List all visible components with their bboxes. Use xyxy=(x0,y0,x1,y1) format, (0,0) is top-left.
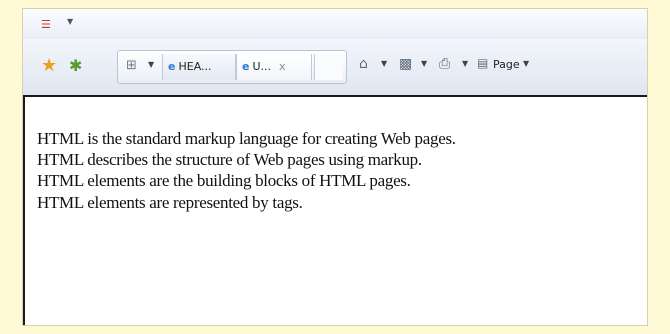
page-content: HTML is the standard markup language for… xyxy=(23,97,647,325)
ie-icon: e xyxy=(242,60,250,73)
home-chevron-down-icon[interactable]: ▼ xyxy=(381,59,387,68)
browser-window: ☰ ▼ ★ ✱ ⊞ ▼ e HEA... e U... x ⌂ ▼ ▩ ▼ ⎙ ▼ ▤… xyxy=(22,8,648,326)
page-icon: ▤ xyxy=(477,56,489,70)
content-line: HTML is the standard markup language for… xyxy=(37,129,456,148)
home-icon[interactable]: ⌂ xyxy=(359,56,368,72)
page-menu-button[interactable]: Page xyxy=(493,58,520,71)
feeds-icon[interactable]: ▩ xyxy=(399,56,412,72)
ie-icon: e xyxy=(168,60,176,73)
print-chevron-down-icon[interactable]: ▼ xyxy=(462,59,468,68)
chevron-down-icon[interactable]: ▼ xyxy=(67,17,73,26)
rss-feed-icon[interactable]: ☰ xyxy=(41,18,51,31)
feeds-chevron-down-icon[interactable]: ▼ xyxy=(421,59,427,68)
new-tab-button[interactable] xyxy=(314,54,343,80)
page-chevron-down-icon[interactable]: ▼ xyxy=(523,59,529,68)
favorites-star-icon[interactable]: ★ xyxy=(41,55,57,76)
menu-strip: ☰ ▼ xyxy=(23,9,647,39)
content-line: HTML describes the structure of Web page… xyxy=(37,150,422,169)
tab-bar: ⊞ ▼ e HEA... e U... x xyxy=(117,50,347,84)
tab-label: U... xyxy=(252,60,272,73)
add-favorites-icon[interactable]: ✱ xyxy=(69,56,82,75)
command-toolbar: ★ ✱ ⊞ ▼ e HEA... e U... x ⌂ ▼ ▩ ▼ ⎙ ▼ ▤ Pag… xyxy=(23,39,647,97)
print-icon[interactable]: ⎙ xyxy=(439,56,450,72)
tab-html-intro[interactable]: e HEA... xyxy=(162,54,236,80)
close-tab-icon[interactable]: x xyxy=(279,60,286,73)
tab-list-chevron-down-icon[interactable]: ▼ xyxy=(148,60,154,69)
tab-current[interactable]: e U... x xyxy=(236,54,312,80)
content-line: HTML elements are represented by tags. xyxy=(37,193,303,212)
tab-label: HEA... xyxy=(178,60,212,73)
quick-tabs-icon[interactable]: ⊞ xyxy=(126,58,137,73)
content-line: HTML elements are the building blocks of… xyxy=(37,171,411,190)
